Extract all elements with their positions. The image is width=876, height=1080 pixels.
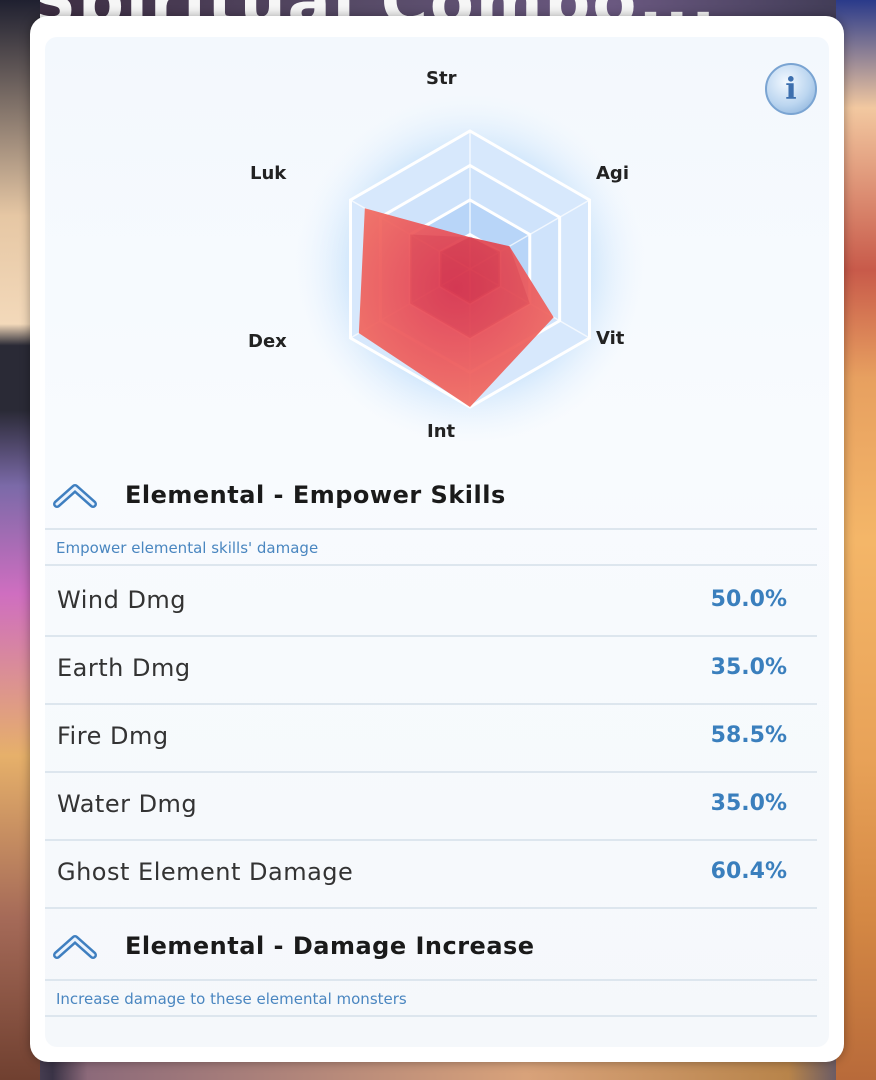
- section-title: Elemental - Damage Increase: [125, 932, 535, 960]
- chevron-up-icon: [53, 935, 97, 959]
- stats-panel: i Str Agi Vit Int Dex Luk Elemental - Em: [30, 16, 844, 1062]
- stat-value: 60.4%: [710, 859, 787, 884]
- axis-label-luk: Luk: [250, 163, 287, 184]
- stat-row-fire: Fire Dmg 58.5%: [45, 704, 817, 772]
- section-description: Increase damage to these elemental monst…: [56, 990, 407, 1008]
- axis-label-vit: Vit: [596, 328, 625, 349]
- divider: [45, 979, 817, 981]
- chevron-up-icon: [53, 484, 97, 508]
- axis-label-int: Int: [427, 421, 456, 442]
- stat-row-ghost: Ghost Element Damage 60.4%: [45, 840, 817, 908]
- divider: [45, 528, 817, 530]
- axis-label-dex: Dex: [248, 331, 287, 352]
- stat-label: Earth Dmg: [57, 654, 191, 682]
- stat-label: Ghost Element Damage: [57, 858, 354, 886]
- stat-row-water: Water Dmg 35.0%: [45, 772, 817, 840]
- stat-value: 58.5%: [710, 723, 787, 748]
- stat-row-earth: Earth Dmg 35.0%: [45, 636, 817, 704]
- divider: [45, 564, 817, 566]
- divider: [45, 907, 817, 909]
- section-title: Elemental - Empower Skills: [125, 481, 506, 509]
- axis-label-agi: Agi: [596, 163, 629, 184]
- stat-label: Wind Dmg: [57, 586, 187, 614]
- stat-value: 35.0%: [710, 791, 787, 816]
- stat-radar-chart: [295, 94, 645, 444]
- section-description: Empower elemental skills' damage: [56, 539, 319, 557]
- stat-label: Fire Dmg: [57, 722, 169, 750]
- stat-row-wind: Wind Dmg 50.0%: [45, 568, 817, 636]
- stat-value: 50.0%: [710, 587, 787, 612]
- info-button[interactable]: i: [765, 63, 817, 115]
- info-icon: i: [785, 71, 797, 107]
- section-header-damage-increase[interactable]: Elemental - Damage Increase: [45, 913, 829, 979]
- section-header-empower[interactable]: Elemental - Empower Skills: [45, 462, 829, 528]
- divider: [45, 1015, 817, 1017]
- axis-label-str: Str: [426, 68, 457, 89]
- stat-value: 35.0%: [710, 655, 787, 680]
- stat-label: Water Dmg: [57, 790, 198, 818]
